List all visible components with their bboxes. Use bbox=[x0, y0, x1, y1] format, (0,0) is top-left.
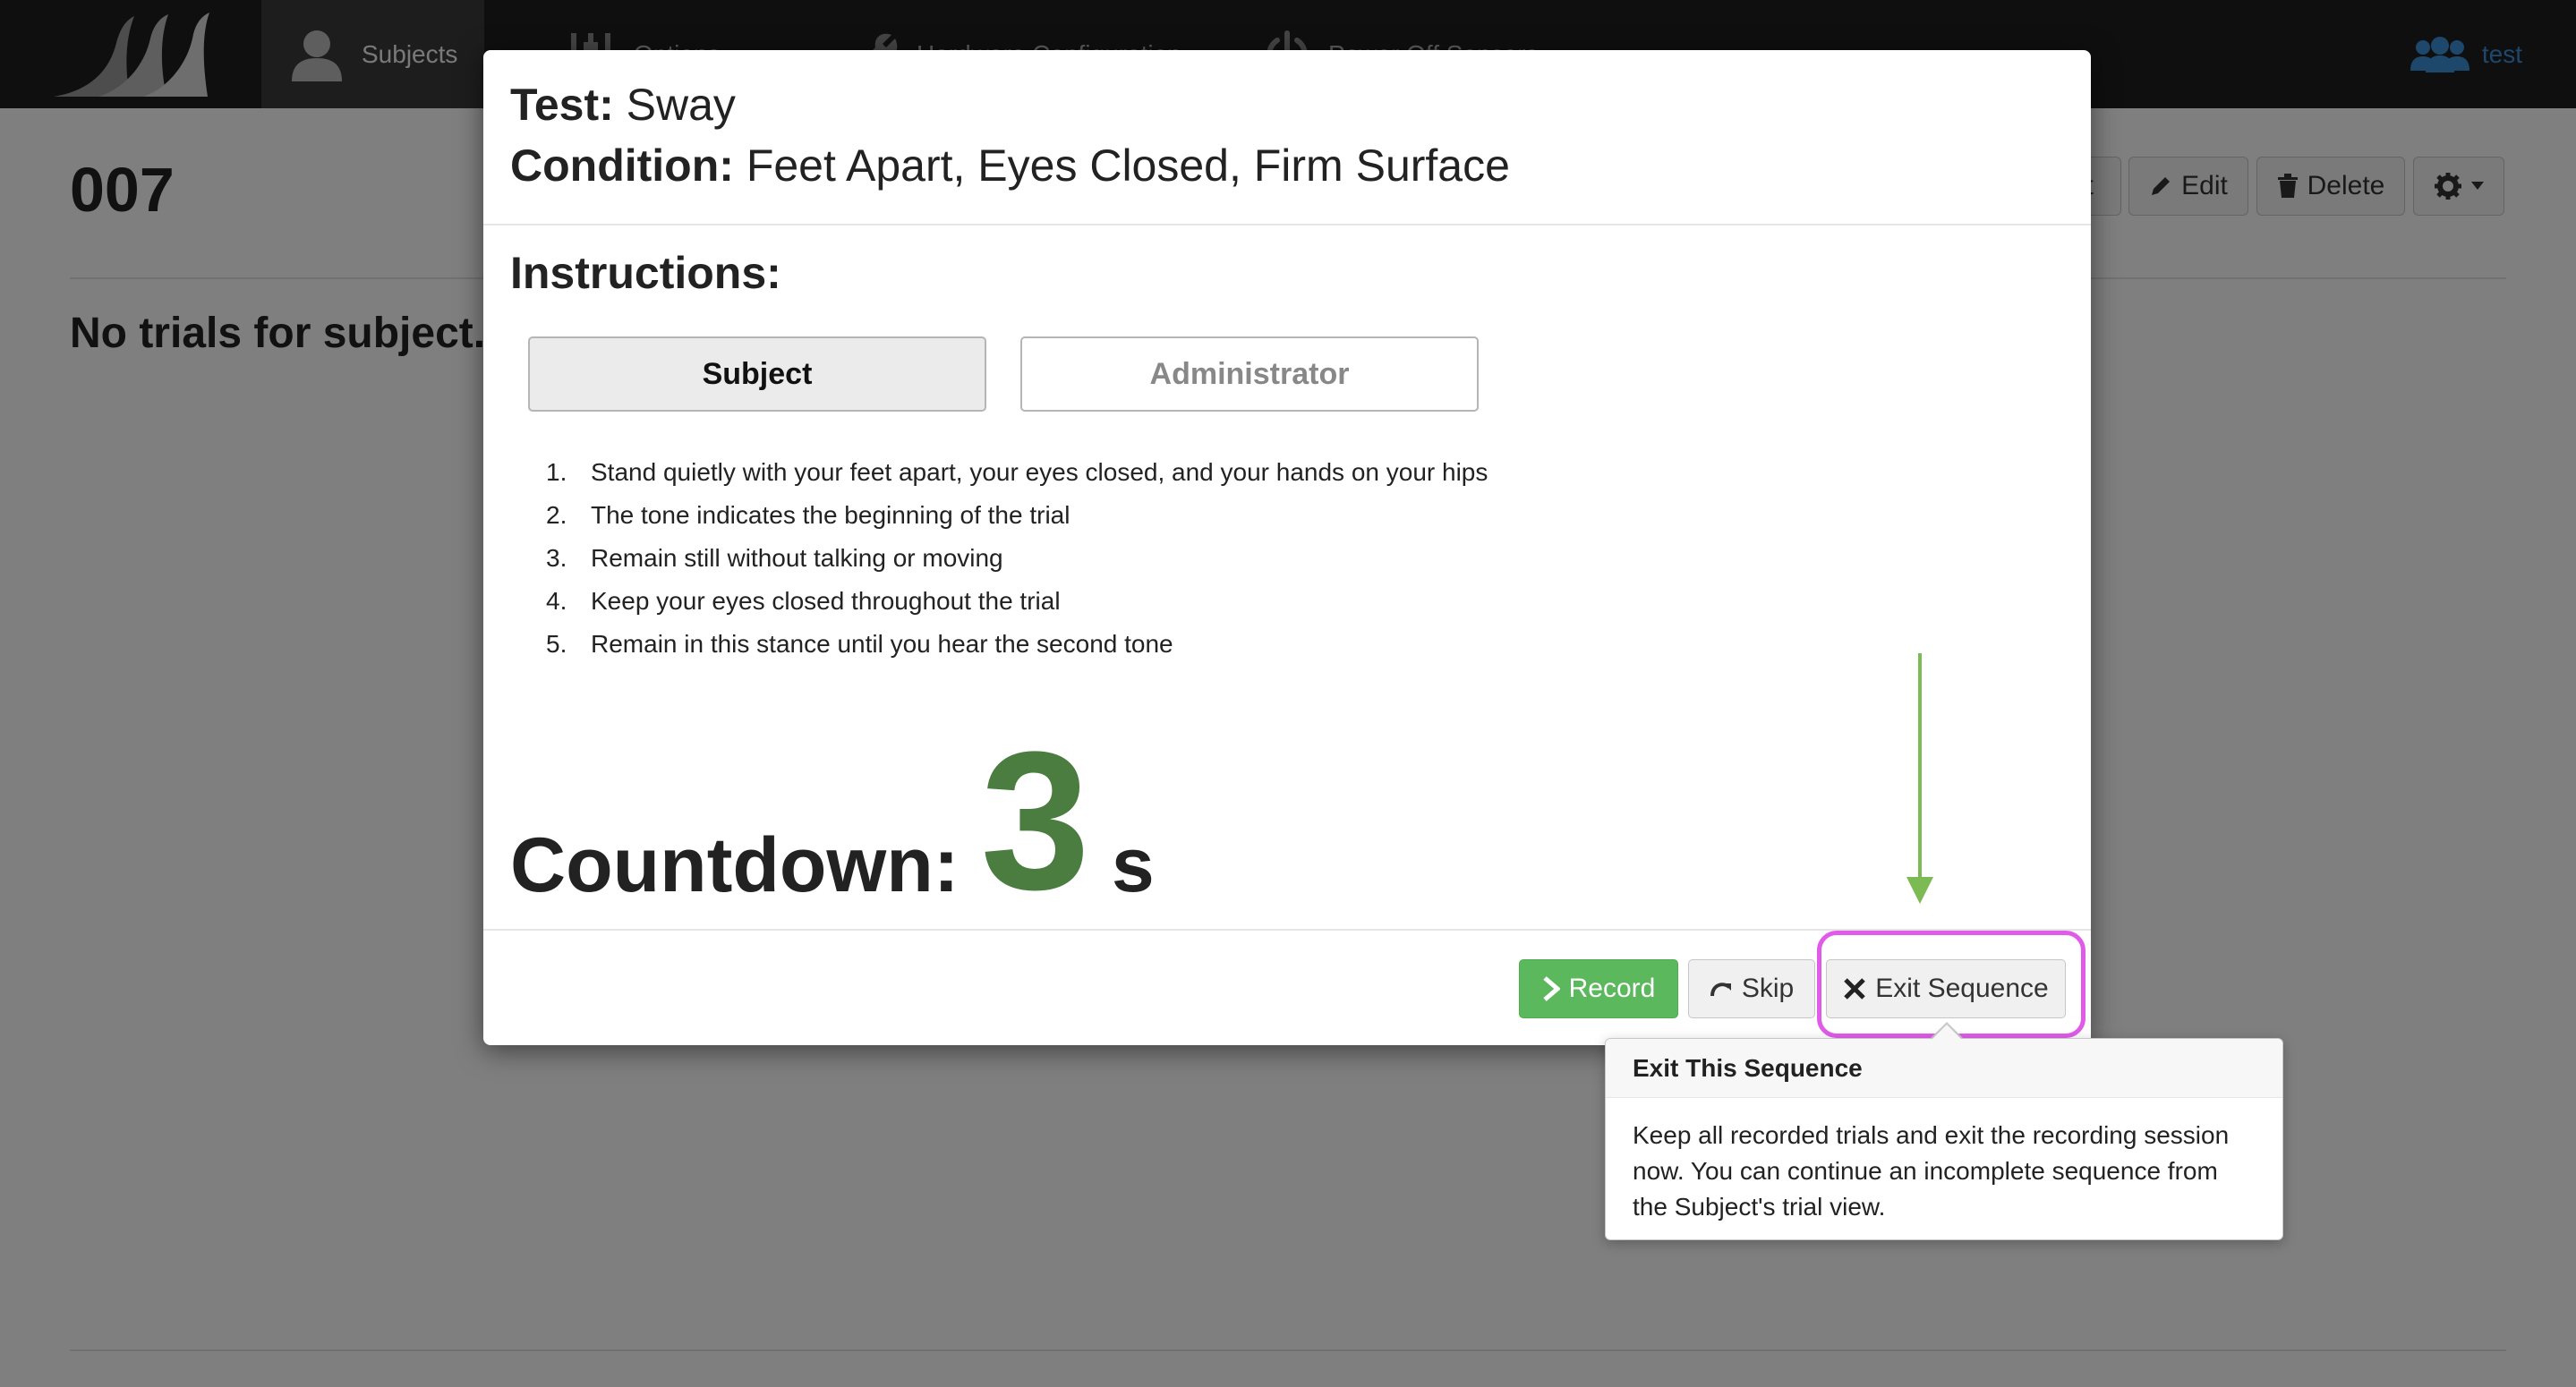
trial-modal: Test: Sway Condition: Feet Apart, Eyes C… bbox=[483, 50, 2091, 1045]
tab-subject-label: Subject bbox=[702, 356, 813, 391]
tab-administrator[interactable]: Administrator bbox=[1020, 336, 1479, 412]
countdown-label: Countdown: bbox=[510, 822, 960, 908]
countdown-unit: s bbox=[1111, 822, 1155, 908]
list-item: 2. The tone indicates the beginning of th… bbox=[546, 501, 1070, 529]
test-label: Test: bbox=[510, 80, 614, 130]
annotation-arrow-icon bbox=[1906, 653, 1933, 904]
list-item: 5. Remain in this stance until you hear t… bbox=[546, 630, 1173, 658]
condition-value: Feet Apart, Eyes Closed, Firm Surface bbox=[746, 140, 1510, 191]
test-value: Sway bbox=[626, 80, 736, 130]
skip-button[interactable]: Skip bbox=[1688, 959, 1815, 1018]
list-item: 3. Remain still without talking or moving bbox=[546, 544, 1003, 572]
tab-subject[interactable]: Subject bbox=[528, 336, 986, 412]
chevron-right-icon bbox=[1543, 976, 1560, 1001]
test-line: Test: Sway bbox=[510, 79, 736, 131]
instruction-steps: 1. Stand quietly with your feet apart, yo… bbox=[546, 451, 2023, 666]
skip-label: Skip bbox=[1741, 974, 1795, 1003]
redo-icon bbox=[1710, 983, 1731, 997]
exit-sequence-popover: Exit This Sequence Keep all recorded tri… bbox=[1605, 1038, 2283, 1240]
countdown-value: 3 bbox=[980, 711, 1090, 931]
popover-caret-inner bbox=[1932, 1025, 1961, 1039]
condition-label: Condition: bbox=[510, 140, 734, 191]
popover-body: Keep all recorded trials and exit the re… bbox=[1633, 1121, 2230, 1221]
record-button[interactable]: Record bbox=[1519, 959, 1678, 1018]
instructions-title: Instructions: bbox=[510, 248, 781, 298]
popover-title: Exit This Sequence bbox=[1606, 1039, 2282, 1098]
tab-administrator-label: Administrator bbox=[1149, 356, 1350, 391]
modal-header: Test: Sway Condition: Feet Apart, Eyes C… bbox=[483, 50, 2091, 225]
condition-line: Condition: Feet Apart, Eyes Closed, Firm… bbox=[510, 140, 1510, 191]
countdown: Countdown: 3 s bbox=[510, 676, 1155, 931]
record-label: Record bbox=[1568, 974, 1656, 1003]
list-item: 4. Keep your eyes closed throughout the t… bbox=[546, 587, 1061, 615]
list-item: 1. Stand quietly with your feet apart, yo… bbox=[546, 458, 1488, 486]
